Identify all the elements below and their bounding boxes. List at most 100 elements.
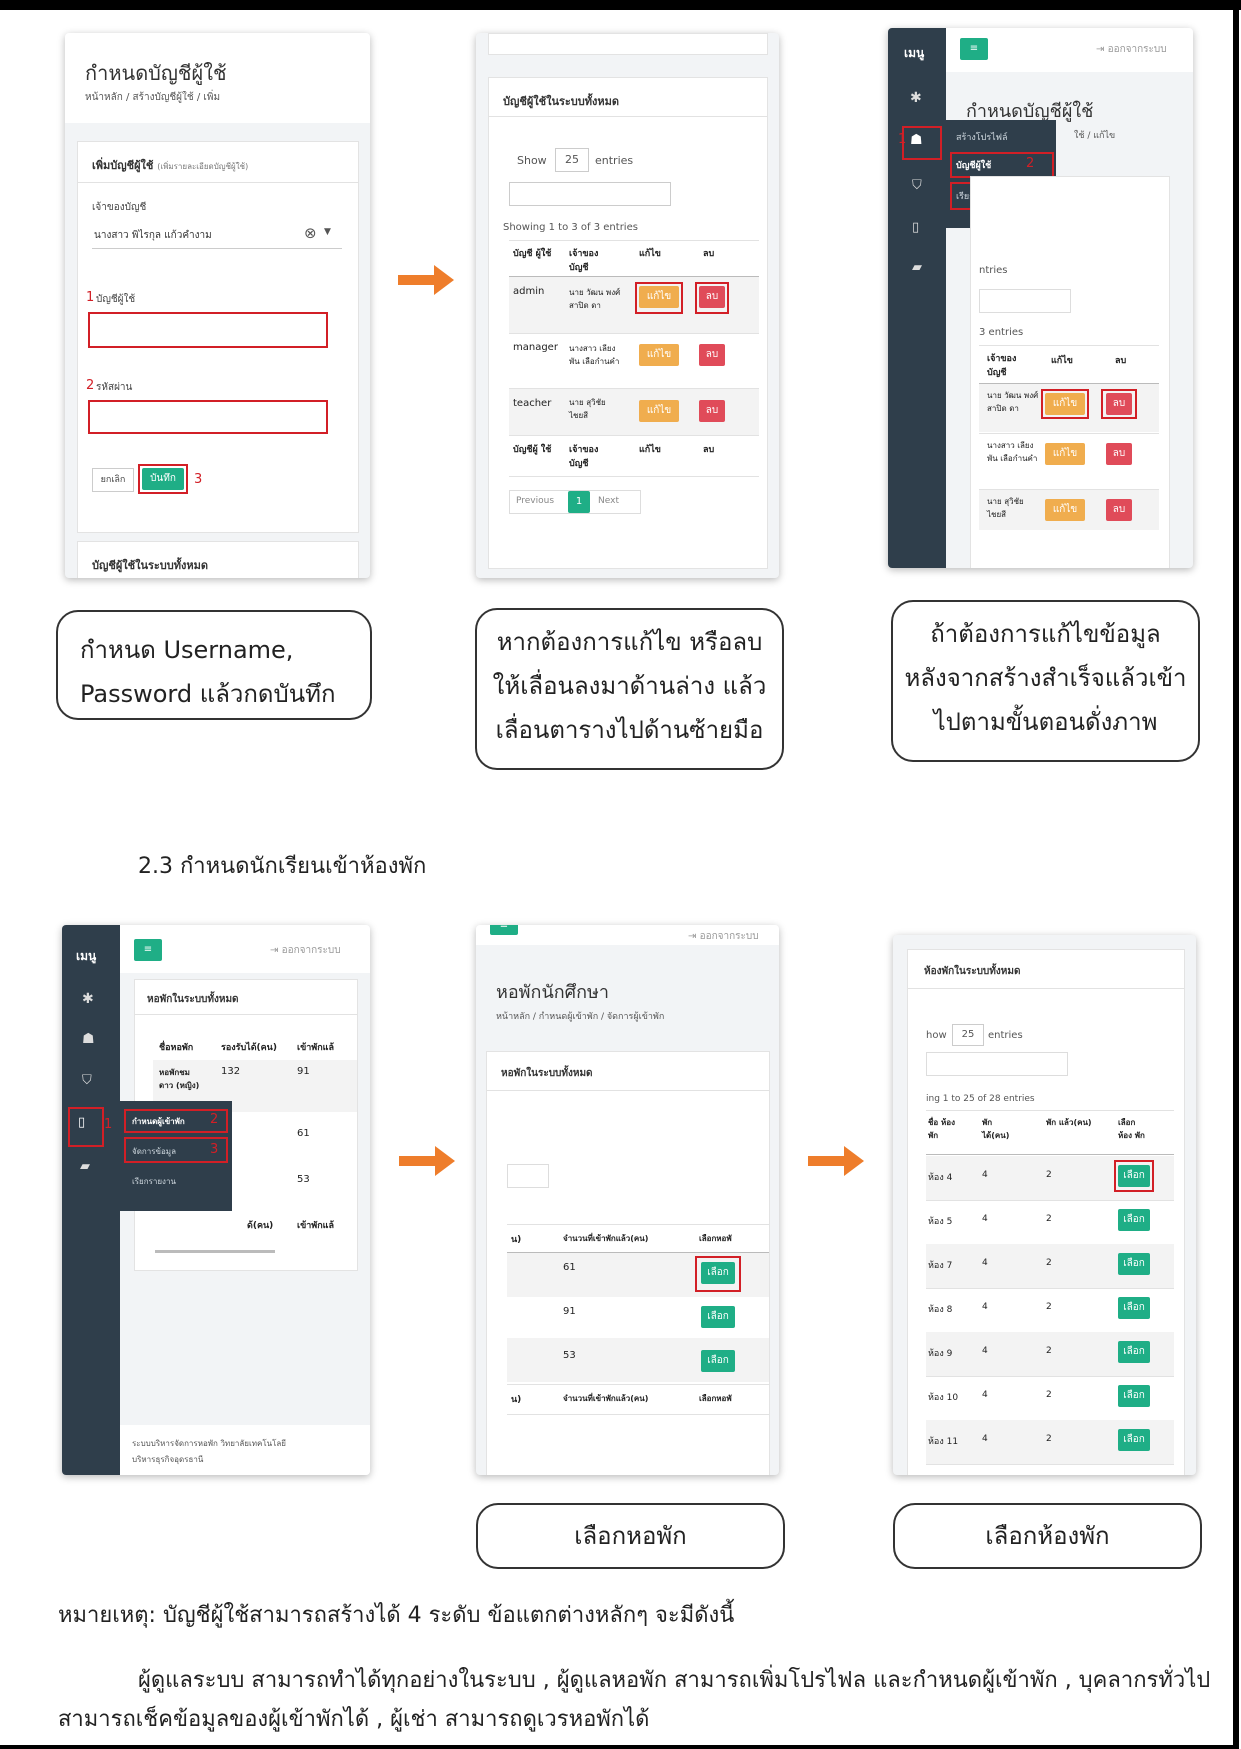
building-icon[interactable]: ▯ — [912, 220, 919, 235]
form-card: เพิ่มบัญชีผู้ใช้ (เพิ่มรายละเอียดบัญชีผู… — [77, 141, 359, 533]
page-title: หอพักนักศึกษา — [496, 982, 609, 1003]
logout-link[interactable]: ⇥ ออกจากระบบ — [1096, 42, 1167, 57]
select-room-button[interactable]: เลือก — [1118, 1429, 1150, 1451]
sidebar — [888, 28, 946, 568]
header-card: กำหนดบัญชีผู้ใช้ หน้าหลัก / สร้างบัญชีผู… — [65, 33, 370, 123]
footer-capacity: ด้(คน) — [247, 1221, 274, 1231]
edit-button[interactable]: แก้ไข — [1045, 499, 1085, 521]
note-line: หมายเหตุ: บัญชีผู้ใช้สามารถสร้างได้ 4 ระ… — [58, 1603, 735, 1628]
hamburger-button[interactable]: ≡ — [960, 38, 988, 60]
cell-occupied: 2 — [1046, 1258, 1052, 1268]
note-line: ผู้ดูแลระบบ สามารถทำได้ทุกอย่างในระบบ , … — [138, 1668, 1211, 1693]
users-icon[interactable]: ☗ — [910, 132, 923, 148]
book-icon[interactable]: ▰ — [80, 1159, 90, 1174]
hamburger-button[interactable]: ≡ — [134, 939, 162, 961]
entries-select[interactable]: 25 — [555, 148, 589, 172]
delete-button[interactable]: ลบ — [699, 286, 725, 308]
select-room-button[interactable]: เลือก — [1118, 1341, 1150, 1363]
divider — [926, 1464, 1174, 1465]
rooms-card: ห้องพักในระบบทั้งหมด how 25 entries ing … — [907, 949, 1185, 1475]
caption-line: Password แล้วกดบันทึก — [80, 680, 336, 708]
owner-label: เจ้าของบัญชี — [92, 202, 147, 213]
delete-button[interactable]: ลบ — [1106, 499, 1132, 521]
screenshot-dorm-menu: เมนู ✱ ☗ ⛉ ▯ 1 ▰ ≡ ⇥ ออกจากระบบ หอพักในร… — [62, 925, 370, 1475]
caption-step-2: หากต้องการแก้ไข หรือลบ ให้เลื่อนลงมาด้าน… — [475, 608, 784, 770]
menu-item-reports[interactable]: เรียกรายงาน — [132, 1175, 176, 1188]
building-icon[interactable]: ▯ — [78, 1115, 85, 1130]
select-room-button[interactable]: เลือก — [1118, 1253, 1150, 1275]
clear-icon[interactable]: ⊗ — [304, 224, 317, 242]
search-input[interactable] — [507, 1164, 549, 1188]
select-dorm-button[interactable]: เลือก — [701, 1306, 735, 1328]
hamburger-button[interactable]: ≡ — [490, 925, 518, 935]
cell-owner: นาย วัฒน พงศ์ สาปิด ดา — [569, 288, 621, 310]
shield-icon[interactable]: ⛉ — [82, 1073, 92, 1088]
menu-item-accounts[interactable]: บัญชีผู้ใช้ — [956, 158, 991, 172]
logout-text: ออกจากระบบ — [1107, 44, 1167, 55]
gear-icon[interactable]: ✱ — [82, 991, 94, 1007]
delete-button[interactable]: ลบ — [1106, 393, 1132, 415]
cell-occupied: 61 — [297, 1128, 310, 1139]
divider — [908, 988, 1184, 989]
delete-button[interactable]: ลบ — [1106, 443, 1132, 465]
col-header-occupied: เข้าพักแล้ — [297, 1043, 334, 1053]
breadcrumb: ใช้ / แก้ไข — [1074, 131, 1116, 141]
logout-link[interactable]: ⇥ ออกจากระบบ — [270, 943, 341, 958]
select-dorm-button[interactable]: เลือก — [701, 1262, 735, 1284]
edit-button[interactable]: แก้ไข — [639, 286, 679, 308]
menu-item-assign-residents[interactable]: กำหนดผู้เข้าพัก — [132, 1115, 185, 1128]
caption-select-room: เลือกห้องพัก — [893, 1503, 1202, 1569]
menu-item-create-profile[interactable]: สร้างโปรไฟล์ — [956, 130, 1008, 144]
cancel-button[interactable]: ยกเลิก — [92, 468, 134, 492]
previous-button[interactable]: Previous — [516, 496, 554, 506]
edit-button[interactable]: แก้ไข — [639, 344, 679, 366]
shield-icon[interactable]: ⛉ — [912, 178, 922, 193]
showing-info: ing 1 to 25 of 28 entries — [926, 1094, 1035, 1104]
card-title: หอพักในระบบทั้งหมด — [147, 994, 239, 1005]
delete-button[interactable]: ลบ — [699, 400, 725, 422]
book-icon[interactable]: ▰ — [912, 260, 922, 275]
save-button[interactable]: บันทึก — [142, 468, 184, 490]
chevron-down-icon[interactable]: ▼ — [324, 227, 331, 237]
divider — [509, 333, 759, 334]
delete-button[interactable]: ลบ — [699, 344, 725, 366]
caption-line: เลื่อนตารางไปด้านซ้ายมือ — [495, 716, 764, 744]
select-room-button[interactable]: เลือก — [1118, 1297, 1150, 1319]
select-room-button[interactable]: เลือก — [1118, 1385, 1150, 1407]
next-button[interactable]: Next — [598, 496, 619, 506]
search-input[interactable] — [926, 1052, 1068, 1076]
entries-select[interactable]: 25 — [952, 1024, 984, 1046]
arrow-right-icon — [398, 265, 454, 295]
menu-label: เมนู — [904, 46, 925, 60]
menu-item-manage-data[interactable]: จัดการข้อมูล — [132, 1145, 176, 1158]
col-header-occupied: พัก แล้ว(คน) — [1046, 1118, 1092, 1127]
footer-occupied: เข้าพักแล้ — [297, 1221, 334, 1231]
logout-text: ออกจากระบบ — [699, 931, 759, 942]
logout-link[interactable]: ⇥ ออกจากระบบ — [688, 929, 759, 944]
password-input[interactable] — [88, 400, 328, 434]
col-header-edit: แก้ไข — [639, 249, 661, 259]
col-header-delete: ลบ — [1115, 356, 1127, 366]
select-room-button[interactable]: เลือก — [1118, 1165, 1150, 1187]
cell-user: admin — [513, 286, 545, 297]
col-header-capacity: น) — [511, 1235, 522, 1245]
page-1-button[interactable]: 1 — [568, 491, 590, 513]
gear-icon[interactable]: ✱ — [910, 90, 922, 106]
cell-room: ห้อง 10 — [928, 1393, 959, 1403]
breadcrumb: หน้าหลัก / กำหนดผู้เข้าพัก / จัดการผู้เข… — [496, 1012, 665, 1022]
cell-capacity: 4 — [982, 1390, 988, 1400]
search-input[interactable] — [509, 182, 671, 206]
select-dorm-button[interactable]: เลือก — [701, 1350, 735, 1372]
edit-button[interactable]: แก้ไข — [639, 400, 679, 422]
select-room-button[interactable]: เลือก — [1118, 1209, 1150, 1231]
search-input[interactable] — [979, 289, 1071, 313]
owner-select[interactable]: นางสาว พิไรกุล แก้วคำงาม ⊗ ▼ — [92, 222, 342, 249]
users-icon[interactable]: ☗ — [82, 1031, 95, 1047]
cell-room: ห้อง 9 — [928, 1349, 953, 1359]
edit-button[interactable]: แก้ไข — [1045, 443, 1085, 465]
edit-button[interactable]: แก้ไข — [1045, 393, 1085, 415]
caption-line: เลือกห้องพัก — [985, 1522, 1110, 1550]
cell-room: ห้อง 7 — [928, 1261, 953, 1271]
username-input[interactable] — [88, 312, 328, 348]
scrollbar[interactable] — [155, 1250, 275, 1253]
